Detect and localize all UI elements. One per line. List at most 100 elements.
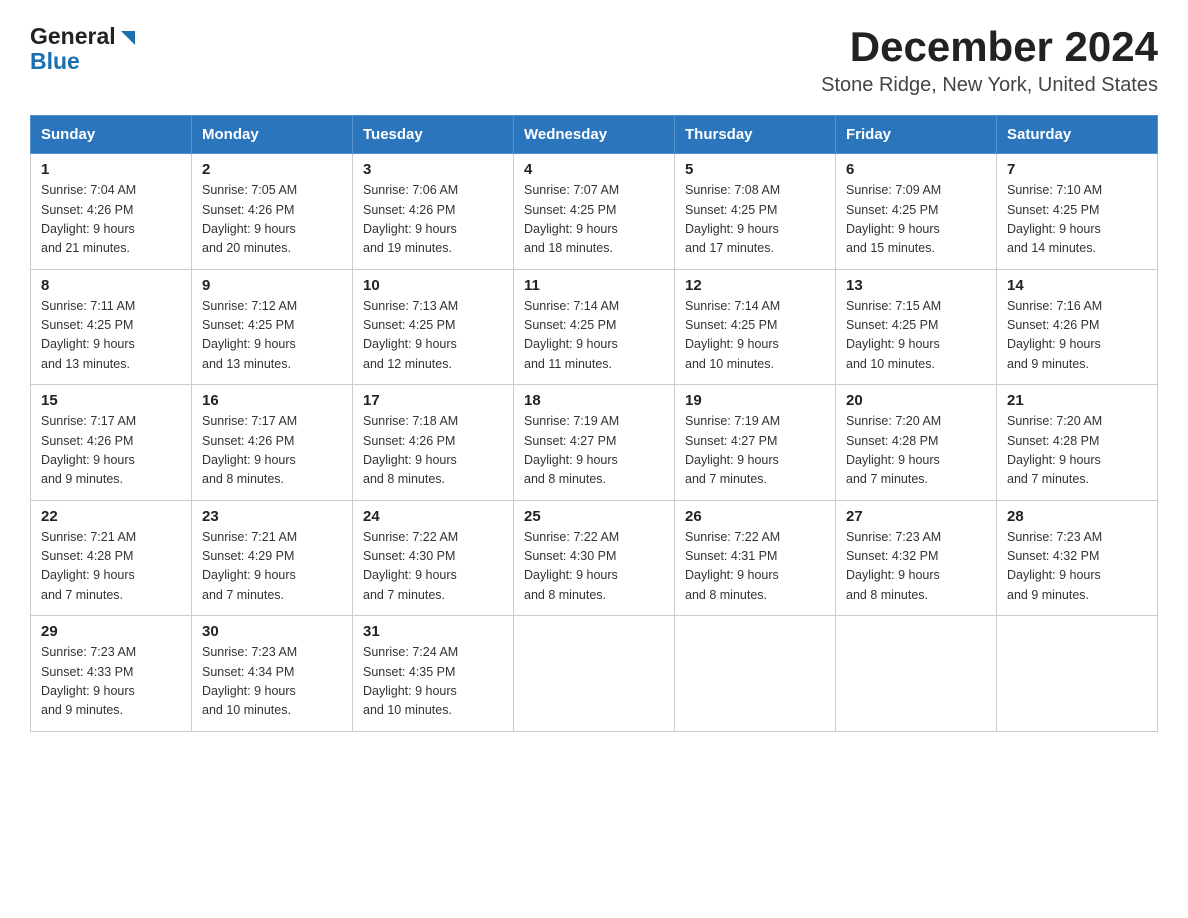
calendar-cell: 11 Sunrise: 7:14 AM Sunset: 4:25 PM Dayl… [514,269,675,385]
logo-blue-text: Blue [30,48,80,74]
day-number: 11 [524,277,664,294]
day-info: Sunrise: 7:18 AM Sunset: 4:26 PM Dayligh… [363,412,503,490]
day-info: Sunrise: 7:22 AM Sunset: 4:31 PM Dayligh… [685,528,825,606]
day-number: 12 [685,277,825,294]
calendar-cell: 25 Sunrise: 7:22 AM Sunset: 4:30 PM Dayl… [514,500,675,616]
day-number: 2 [202,161,342,178]
day-number: 3 [363,161,503,178]
day-info: Sunrise: 7:08 AM Sunset: 4:25 PM Dayligh… [685,181,825,259]
calendar-cell: 6 Sunrise: 7:09 AM Sunset: 4:25 PM Dayli… [836,154,997,270]
day-number: 25 [524,508,664,525]
day-info: Sunrise: 7:15 AM Sunset: 4:25 PM Dayligh… [846,297,986,375]
day-info: Sunrise: 7:10 AM Sunset: 4:25 PM Dayligh… [1007,181,1147,259]
calendar-cell [514,616,675,732]
day-info: Sunrise: 7:17 AM Sunset: 4:26 PM Dayligh… [41,412,181,490]
day-info: Sunrise: 7:23 AM Sunset: 4:33 PM Dayligh… [41,643,181,721]
day-number: 18 [524,392,664,409]
calendar-cell: 5 Sunrise: 7:08 AM Sunset: 4:25 PM Dayli… [675,154,836,270]
calendar-cell: 31 Sunrise: 7:24 AM Sunset: 4:35 PM Dayl… [353,616,514,732]
day-info: Sunrise: 7:17 AM Sunset: 4:26 PM Dayligh… [202,412,342,490]
day-number: 20 [846,392,986,409]
calendar-cell: 26 Sunrise: 7:22 AM Sunset: 4:31 PM Dayl… [675,500,836,616]
calendar-cell: 20 Sunrise: 7:20 AM Sunset: 4:28 PM Dayl… [836,385,997,501]
calendar-header-row: SundayMondayTuesdayWednesdayThursdayFrid… [31,116,1158,154]
day-info: Sunrise: 7:23 AM Sunset: 4:32 PM Dayligh… [846,528,986,606]
day-info: Sunrise: 7:22 AM Sunset: 4:30 PM Dayligh… [363,528,503,606]
calendar-cell: 21 Sunrise: 7:20 AM Sunset: 4:28 PM Dayl… [997,385,1158,501]
day-number: 10 [363,277,503,294]
calendar-cell [836,616,997,732]
day-number: 14 [1007,277,1147,294]
day-number: 6 [846,161,986,178]
calendar-cell: 12 Sunrise: 7:14 AM Sunset: 4:25 PM Dayl… [675,269,836,385]
calendar-cell [997,616,1158,732]
calendar-cell: 10 Sunrise: 7:13 AM Sunset: 4:25 PM Dayl… [353,269,514,385]
day-info: Sunrise: 7:06 AM Sunset: 4:26 PM Dayligh… [363,181,503,259]
calendar-cell: 28 Sunrise: 7:23 AM Sunset: 4:32 PM Dayl… [997,500,1158,616]
day-number: 19 [685,392,825,409]
week-row-5: 29 Sunrise: 7:23 AM Sunset: 4:33 PM Dayl… [31,616,1158,732]
day-info: Sunrise: 7:19 AM Sunset: 4:27 PM Dayligh… [524,412,664,490]
day-number: 9 [202,277,342,294]
day-number: 16 [202,392,342,409]
day-info: Sunrise: 7:07 AM Sunset: 4:25 PM Dayligh… [524,181,664,259]
calendar-cell: 23 Sunrise: 7:21 AM Sunset: 4:29 PM Dayl… [192,500,353,616]
day-info: Sunrise: 7:11 AM Sunset: 4:25 PM Dayligh… [41,297,181,375]
calendar-cell: 29 Sunrise: 7:23 AM Sunset: 4:33 PM Dayl… [31,616,192,732]
day-info: Sunrise: 7:23 AM Sunset: 4:34 PM Dayligh… [202,643,342,721]
day-info: Sunrise: 7:04 AM Sunset: 4:26 PM Dayligh… [41,181,181,259]
day-number: 7 [1007,161,1147,178]
calendar-cell: 7 Sunrise: 7:10 AM Sunset: 4:25 PM Dayli… [997,154,1158,270]
week-row-1: 1 Sunrise: 7:04 AM Sunset: 4:26 PM Dayli… [31,154,1158,270]
calendar-cell: 17 Sunrise: 7:18 AM Sunset: 4:26 PM Dayl… [353,385,514,501]
day-number: 8 [41,277,181,294]
calendar-cell: 3 Sunrise: 7:06 AM Sunset: 4:26 PM Dayli… [353,154,514,270]
page-title: December 2024 [821,24,1158,70]
day-number: 22 [41,508,181,525]
page-subtitle: Stone Ridge, New York, United States [821,74,1158,97]
day-number: 30 [202,623,342,640]
week-row-2: 8 Sunrise: 7:11 AM Sunset: 4:25 PM Dayli… [31,269,1158,385]
calendar-cell: 30 Sunrise: 7:23 AM Sunset: 4:34 PM Dayl… [192,616,353,732]
calendar-cell: 13 Sunrise: 7:15 AM Sunset: 4:25 PM Dayl… [836,269,997,385]
day-number: 4 [524,161,664,178]
calendar-cell: 19 Sunrise: 7:19 AM Sunset: 4:27 PM Dayl… [675,385,836,501]
day-number: 5 [685,161,825,178]
calendar-cell: 15 Sunrise: 7:17 AM Sunset: 4:26 PM Dayl… [31,385,192,501]
calendar-cell: 1 Sunrise: 7:04 AM Sunset: 4:26 PM Dayli… [31,154,192,270]
day-info: Sunrise: 7:13 AM Sunset: 4:25 PM Dayligh… [363,297,503,375]
day-number: 26 [685,508,825,525]
col-header-monday: Monday [192,116,353,154]
calendar-cell: 22 Sunrise: 7:21 AM Sunset: 4:28 PM Dayl… [31,500,192,616]
logo-triangle-icon [117,27,139,49]
day-info: Sunrise: 7:05 AM Sunset: 4:26 PM Dayligh… [202,181,342,259]
page-header: General Blue December 2024 Stone Ridge, … [30,24,1158,97]
day-number: 28 [1007,508,1147,525]
day-info: Sunrise: 7:20 AM Sunset: 4:28 PM Dayligh… [1007,412,1147,490]
day-info: Sunrise: 7:14 AM Sunset: 4:25 PM Dayligh… [685,297,825,375]
day-number: 31 [363,623,503,640]
day-info: Sunrise: 7:21 AM Sunset: 4:29 PM Dayligh… [202,528,342,606]
calendar-cell: 27 Sunrise: 7:23 AM Sunset: 4:32 PM Dayl… [836,500,997,616]
day-info: Sunrise: 7:12 AM Sunset: 4:25 PM Dayligh… [202,297,342,375]
day-number: 24 [363,508,503,525]
calendar-cell [675,616,836,732]
day-info: Sunrise: 7:14 AM Sunset: 4:25 PM Dayligh… [524,297,664,375]
col-header-wednesday: Wednesday [514,116,675,154]
day-info: Sunrise: 7:16 AM Sunset: 4:26 PM Dayligh… [1007,297,1147,375]
day-info: Sunrise: 7:20 AM Sunset: 4:28 PM Dayligh… [846,412,986,490]
day-info: Sunrise: 7:09 AM Sunset: 4:25 PM Dayligh… [846,181,986,259]
day-number: 13 [846,277,986,294]
week-row-4: 22 Sunrise: 7:21 AM Sunset: 4:28 PM Dayl… [31,500,1158,616]
calendar-cell: 18 Sunrise: 7:19 AM Sunset: 4:27 PM Dayl… [514,385,675,501]
day-info: Sunrise: 7:24 AM Sunset: 4:35 PM Dayligh… [363,643,503,721]
calendar-cell: 14 Sunrise: 7:16 AM Sunset: 4:26 PM Dayl… [997,269,1158,385]
day-number: 29 [41,623,181,640]
calendar-cell: 4 Sunrise: 7:07 AM Sunset: 4:25 PM Dayli… [514,154,675,270]
day-info: Sunrise: 7:22 AM Sunset: 4:30 PM Dayligh… [524,528,664,606]
col-header-tuesday: Tuesday [353,116,514,154]
col-header-saturday: Saturday [997,116,1158,154]
day-info: Sunrise: 7:21 AM Sunset: 4:28 PM Dayligh… [41,528,181,606]
day-number: 27 [846,508,986,525]
calendar-table: SundayMondayTuesdayWednesdayThursdayFrid… [30,115,1158,732]
